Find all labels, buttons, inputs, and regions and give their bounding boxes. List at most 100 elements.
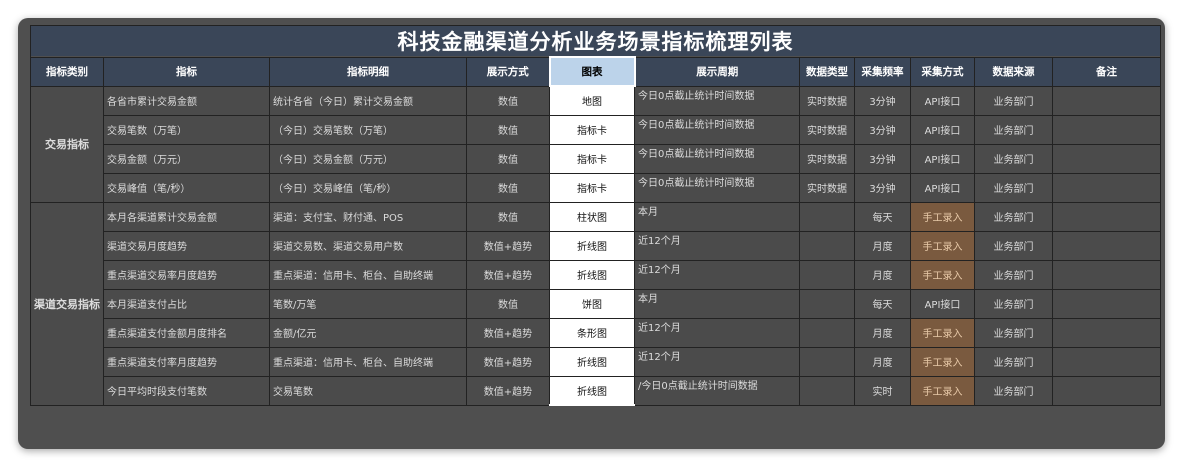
table-title[interactable]: 科技金融渠道分析业务场景指标梳理列表 [30,25,1161,58]
detail-cell[interactable]: 统计各省（今日）累计交易金额 [269,85,467,116]
dtype-cell[interactable] [799,375,855,406]
method-cell[interactable]: 手工录入 [910,317,975,348]
method-cell[interactable]: API接口 [910,172,975,203]
period-cell[interactable]: 今日0点截止统计时间数据 [634,143,800,174]
chart-cell[interactable]: 地图 [549,85,635,116]
metric-cell[interactable]: 重点渠道支付金额月度排名 [103,317,270,348]
note-cell[interactable] [1052,172,1161,203]
period-cell[interactable]: 近12个月 [634,230,800,261]
column-header[interactable]: 指标明细 [269,56,467,87]
note-cell[interactable] [1052,375,1161,406]
method-cell[interactable]: API接口 [910,85,975,116]
chart-cell[interactable]: 指标卡 [549,143,635,174]
metric-cell[interactable]: 本月渠道支付占比 [103,288,270,319]
column-header[interactable]: 数据来源 [974,56,1053,87]
display-cell[interactable]: 数值 [466,172,550,203]
metric-cell[interactable]: 各省市累计交易金额 [103,85,270,116]
dtype-cell[interactable] [799,259,855,290]
metric-cell[interactable]: 重点渠道交易率月度趋势 [103,259,270,290]
period-cell[interactable]: 近12个月 [634,346,800,377]
method-cell[interactable]: API接口 [910,114,975,145]
chart-cell[interactable]: 柱状图 [549,201,635,232]
source-cell[interactable]: 业务部门 [974,143,1053,174]
source-cell[interactable]: 业务部门 [974,172,1053,203]
chart-cell[interactable]: 折线图 [549,346,635,377]
freq-cell[interactable]: 月度 [854,259,911,290]
source-cell[interactable]: 业务部门 [974,259,1053,290]
source-cell[interactable]: 业务部门 [974,114,1053,145]
freq-cell[interactable]: 3分钟 [854,172,911,203]
chart-cell[interactable]: 折线图 [549,375,635,406]
column-header[interactable]: 指标类别 [30,56,104,87]
method-cell[interactable]: API接口 [910,288,975,319]
column-header[interactable]: 备注 [1052,56,1161,87]
display-cell[interactable]: 数值 [466,288,550,319]
detail-cell[interactable]: 重点渠道：信用卡、柜台、自助终端 [269,346,467,377]
period-cell[interactable]: 本月 [634,201,800,232]
category-cell[interactable]: 交易指标 [30,85,104,203]
chart-cell[interactable]: 条形图 [549,317,635,348]
period-cell[interactable]: 近12个月 [634,259,800,290]
period-cell[interactable]: /今日0点截止统计时间数据 [634,375,800,406]
freq-cell[interactable]: 3分钟 [854,114,911,145]
detail-cell[interactable]: （今日）交易峰值（笔/秒） [269,172,467,203]
source-cell[interactable]: 业务部门 [974,346,1053,377]
column-header[interactable]: 展示周期 [634,56,800,87]
note-cell[interactable] [1052,346,1161,377]
dtype-cell[interactable]: 实时数据 [799,143,855,174]
column-header[interactable]: 图表 [548,56,636,87]
period-cell[interactable]: 本月 [634,288,800,319]
detail-cell[interactable]: 金额/亿元 [269,317,467,348]
source-cell[interactable]: 业务部门 [974,375,1053,406]
note-cell[interactable] [1052,85,1161,116]
dtype-cell[interactable]: 实时数据 [799,114,855,145]
method-cell[interactable]: API接口 [910,143,975,174]
source-cell[interactable]: 业务部门 [974,288,1053,319]
method-cell[interactable]: 手工录入 [910,375,975,406]
source-cell[interactable]: 业务部门 [974,85,1053,116]
period-cell[interactable]: 今日0点截止统计时间数据 [634,172,800,203]
column-header[interactable]: 数据类型 [799,56,855,87]
note-cell[interactable] [1052,259,1161,290]
dtype-cell[interactable]: 实时数据 [799,172,855,203]
display-cell[interactable]: 数值+趋势 [466,346,550,377]
display-cell[interactable]: 数值+趋势 [466,230,550,261]
dtype-cell[interactable] [799,317,855,348]
period-cell[interactable]: 今日0点截止统计时间数据 [634,85,800,116]
chart-cell[interactable]: 折线图 [549,259,635,290]
dtype-cell[interactable] [799,288,855,319]
period-cell[interactable]: 今日0点截止统计时间数据 [634,114,800,145]
dtype-cell[interactable] [799,346,855,377]
detail-cell[interactable]: 笔数/万笔 [269,288,467,319]
chart-cell[interactable]: 指标卡 [549,172,635,203]
period-cell[interactable]: 近12个月 [634,317,800,348]
method-cell[interactable]: 手工录入 [910,346,975,377]
detail-cell[interactable]: （今日）交易金额（万元） [269,143,467,174]
dtype-cell[interactable] [799,230,855,261]
detail-cell[interactable]: （今日）交易笔数（万笔） [269,114,467,145]
display-cell[interactable]: 数值+趋势 [466,259,550,290]
metric-cell[interactable]: 渠道交易月度趋势 [103,230,270,261]
metric-cell[interactable]: 交易峰值（笔/秒） [103,172,270,203]
chart-cell[interactable]: 折线图 [549,230,635,261]
column-header[interactable]: 采集频率 [854,56,911,87]
category-cell[interactable]: 渠道交易指标 [30,201,104,406]
display-cell[interactable]: 数值 [466,114,550,145]
chart-cell[interactable]: 饼图 [549,288,635,319]
metric-cell[interactable]: 重点渠道支付率月度趋势 [103,346,270,377]
display-cell[interactable]: 数值+趋势 [466,375,550,406]
note-cell[interactable] [1052,143,1161,174]
detail-cell[interactable]: 渠道：支付宝、财付通、POS [269,201,467,232]
detail-cell[interactable]: 渠道交易数、渠道交易用户数 [269,230,467,261]
display-cell[interactable]: 数值 [466,201,550,232]
note-cell[interactable] [1052,230,1161,261]
display-cell[interactable]: 数值+趋势 [466,317,550,348]
freq-cell[interactable]: 3分钟 [854,143,911,174]
freq-cell[interactable]: 月度 [854,317,911,348]
dtype-cell[interactable]: 实时数据 [799,85,855,116]
freq-cell[interactable]: 3分钟 [854,85,911,116]
source-cell[interactable]: 业务部门 [974,230,1053,261]
freq-cell[interactable]: 每天 [854,288,911,319]
column-header[interactable]: 展示方式 [466,56,550,87]
metric-cell[interactable]: 交易金额（万元） [103,143,270,174]
